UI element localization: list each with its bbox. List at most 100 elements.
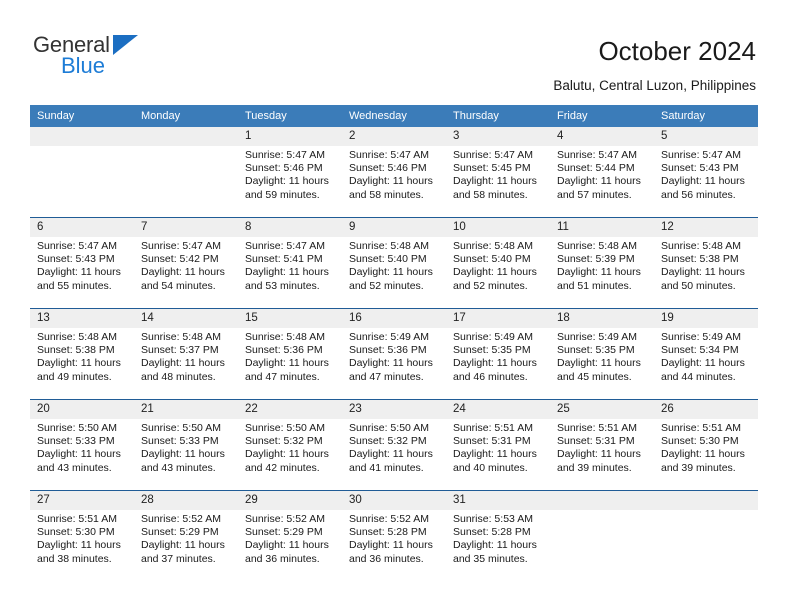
day-details: Sunrise: 5:52 AM Sunset: 5:29 PM Daylight:… [238,510,342,566]
day-details: Sunrise: 5:48 AM Sunset: 5:38 PM Daylight:… [30,328,134,384]
day-number: 3 [446,127,550,146]
logo-triangle-icon [113,35,138,55]
daylight-text: Daylight: 11 hours and 51 minutes. [557,266,641,292]
sunset-text: Sunset: 5:38 PM [661,253,739,266]
calendar-day-cell[interactable]: 11 Sunrise: 5:48 AM Sunset: 5:39 PM Dayligh… [550,217,654,309]
daylight-text: Daylight: 11 hours and 44 minutes. [661,357,745,383]
daylight-text: Daylight: 11 hours and 45 minutes. [557,357,641,383]
calendar-day-cell[interactable]: 14 Sunrise: 5:48 AM Sunset: 5:37 PM Dayligh… [134,308,238,400]
calendar-day-cell[interactable]: 29 Sunrise: 5:52 AM Sunset: 5:29 PM Dayligh… [238,490,342,581]
calendar-day-cell[interactable]: 24 Sunrise: 5:51 AM Sunset: 5:31 PM Dayligh… [446,399,550,491]
calendar-day-cell[interactable]: 15 Sunrise: 5:48 AM Sunset: 5:36 PM Dayligh… [238,308,342,400]
day-number: 23 [342,400,446,419]
calendar-day-cell[interactable]: 19 Sunrise: 5:49 AM Sunset: 5:34 PM Dayligh… [654,308,758,400]
calendar-day-cell[interactable]: 9 Sunrise: 5:48 AM Sunset: 5:40 PM Daylight… [342,217,446,309]
calendar-day-cell[interactable]: 30 Sunrise: 5:52 AM Sunset: 5:28 PM Dayligh… [342,490,446,581]
day-details: Sunrise: 5:47 AM Sunset: 5:42 PM Daylight:… [134,237,238,293]
day-number: 20 [30,400,134,419]
weekday-header-saturday: Saturday [654,105,758,127]
calendar-week-row: 13 Sunrise: 5:48 AM Sunset: 5:38 PM Dayligh… [30,308,758,400]
daylight-text: Daylight: 11 hours and 47 minutes. [349,357,433,383]
sunrise-text: Sunrise: 5:47 AM [349,149,429,161]
daylight-text: Daylight: 11 hours and 43 minutes. [37,448,121,474]
sunset-text: Sunset: 5:36 PM [349,344,427,357]
calendar-day-cell[interactable]: 8 Sunrise: 5:47 AM Sunset: 5:41 PM Daylight… [238,217,342,309]
calendar-page: General Blue October 2024 Balutu, Centra… [0,0,792,612]
sunset-text: Sunset: 5:46 PM [245,162,323,175]
day-number: 7 [134,218,238,237]
calendar-day-cell[interactable]: 22 Sunrise: 5:50 AM Sunset: 5:32 PM Dayligh… [238,399,342,491]
sunset-text: Sunset: 5:28 PM [453,526,531,539]
calendar-day-cell[interactable]: 20 Sunrise: 5:50 AM Sunset: 5:33 PM Dayligh… [30,399,134,491]
daylight-text: Daylight: 11 hours and 39 minutes. [661,448,745,474]
sunset-text: Sunset: 5:33 PM [141,435,219,448]
calendar-day-cell[interactable]: 17 Sunrise: 5:49 AM Sunset: 5:35 PM Dayligh… [446,308,550,400]
day-number [30,127,134,146]
calendar-day-cell[interactable]: 6 Sunrise: 5:47 AM Sunset: 5:43 PM Daylight… [30,217,134,309]
sunset-text: Sunset: 5:30 PM [37,526,115,539]
sunset-text: Sunset: 5:29 PM [141,526,219,539]
calendar-day-cell[interactable]: 1 Sunrise: 5:47 AM Sunset: 5:46 PM Daylight… [238,127,342,218]
daylight-text: Daylight: 11 hours and 52 minutes. [349,266,433,292]
day-details: Sunrise: 5:50 AM Sunset: 5:33 PM Daylight:… [134,419,238,475]
sunrise-text: Sunrise: 5:49 AM [557,331,637,343]
sunrise-text: Sunrise: 5:47 AM [245,240,325,252]
day-details: Sunrise: 5:49 AM Sunset: 5:36 PM Daylight:… [342,328,446,384]
sunrise-text: Sunrise: 5:51 AM [453,422,533,434]
sunrise-text: Sunrise: 5:51 AM [37,513,117,525]
day-details: Sunrise: 5:50 AM Sunset: 5:32 PM Daylight:… [238,419,342,475]
day-number: 28 [134,491,238,510]
calendar-day-cell[interactable]: 2 Sunrise: 5:47 AM Sunset: 5:46 PM Daylight… [342,127,446,218]
day-number: 14 [134,309,238,328]
calendar-week-row: 27 Sunrise: 5:51 AM Sunset: 5:30 PM Dayligh… [30,490,758,581]
sunrise-sunset-calendar: Sunday Monday Tuesday Wednesday Thursday… [30,105,758,581]
calendar-day-cell[interactable]: 13 Sunrise: 5:48 AM Sunset: 5:38 PM Dayligh… [30,308,134,400]
sunrise-text: Sunrise: 5:49 AM [661,331,741,343]
calendar-day-cell[interactable]: 5 Sunrise: 5:47 AM Sunset: 5:43 PM Daylight… [654,127,758,218]
sunrise-text: Sunrise: 5:51 AM [557,422,637,434]
day-details: Sunrise: 5:49 AM Sunset: 5:35 PM Daylight:… [446,328,550,384]
sunrise-text: Sunrise: 5:50 AM [37,422,117,434]
calendar-day-cell[interactable]: 10 Sunrise: 5:48 AM Sunset: 5:40 PM Dayligh… [446,217,550,309]
daylight-text: Daylight: 11 hours and 56 minutes. [661,175,745,201]
day-number: 10 [446,218,550,237]
calendar-day-cell-empty [654,490,758,581]
calendar-day-cell[interactable]: 21 Sunrise: 5:50 AM Sunset: 5:33 PM Dayligh… [134,399,238,491]
calendar-day-cell[interactable]: 26 Sunrise: 5:51 AM Sunset: 5:30 PM Dayligh… [654,399,758,491]
calendar-day-cell[interactable]: 3 Sunrise: 5:47 AM Sunset: 5:45 PM Daylight… [446,127,550,218]
day-number: 11 [550,218,654,237]
sunset-text: Sunset: 5:45 PM [453,162,531,175]
daylight-text: Daylight: 11 hours and 48 minutes. [141,357,225,383]
daylight-text: Daylight: 11 hours and 38 minutes. [37,539,121,565]
daylight-text: Daylight: 11 hours and 53 minutes. [245,266,329,292]
day-number: 4 [550,127,654,146]
day-details: Sunrise: 5:47 AM Sunset: 5:45 PM Daylight:… [446,146,550,202]
sunset-text: Sunset: 5:29 PM [245,526,323,539]
daylight-text: Daylight: 11 hours and 35 minutes. [453,539,537,565]
day-details: Sunrise: 5:50 AM Sunset: 5:32 PM Daylight:… [342,419,446,475]
daylight-text: Daylight: 11 hours and 58 minutes. [453,175,537,201]
calendar-day-cell[interactable]: 4 Sunrise: 5:47 AM Sunset: 5:44 PM Daylight… [550,127,654,218]
weekday-header-tuesday: Tuesday [238,105,342,127]
calendar-day-cell[interactable]: 7 Sunrise: 5:47 AM Sunset: 5:42 PM Daylight… [134,217,238,309]
daylight-text: Daylight: 11 hours and 42 minutes. [245,448,329,474]
sunset-text: Sunset: 5:34 PM [661,344,739,357]
calendar-day-cell[interactable]: 28 Sunrise: 5:52 AM Sunset: 5:29 PM Dayligh… [134,490,238,581]
day-number: 12 [654,218,758,237]
day-details: Sunrise: 5:51 AM Sunset: 5:30 PM Daylight:… [30,510,134,566]
sunset-text: Sunset: 5:32 PM [349,435,427,448]
sunset-text: Sunset: 5:32 PM [245,435,323,448]
calendar-day-cell[interactable]: 12 Sunrise: 5:48 AM Sunset: 5:38 PM Dayligh… [654,217,758,309]
day-number: 30 [342,491,446,510]
day-number: 1 [238,127,342,146]
daylight-text: Daylight: 11 hours and 36 minutes. [245,539,329,565]
calendar-day-cell[interactable]: 16 Sunrise: 5:49 AM Sunset: 5:36 PM Dayligh… [342,308,446,400]
calendar-day-cell[interactable]: 18 Sunrise: 5:49 AM Sunset: 5:35 PM Dayligh… [550,308,654,400]
calendar-day-cell[interactable]: 31 Sunrise: 5:53 AM Sunset: 5:28 PM Dayligh… [446,490,550,581]
calendar-day-cell[interactable]: 27 Sunrise: 5:51 AM Sunset: 5:30 PM Dayligh… [30,490,134,581]
daylight-text: Daylight: 11 hours and 40 minutes. [453,448,537,474]
sunrise-text: Sunrise: 5:48 AM [141,331,221,343]
calendar-day-cell[interactable]: 23 Sunrise: 5:50 AM Sunset: 5:32 PM Dayligh… [342,399,446,491]
calendar-day-cell[interactable]: 25 Sunrise: 5:51 AM Sunset: 5:31 PM Dayligh… [550,399,654,491]
sunrise-text: Sunrise: 5:47 AM [37,240,117,252]
